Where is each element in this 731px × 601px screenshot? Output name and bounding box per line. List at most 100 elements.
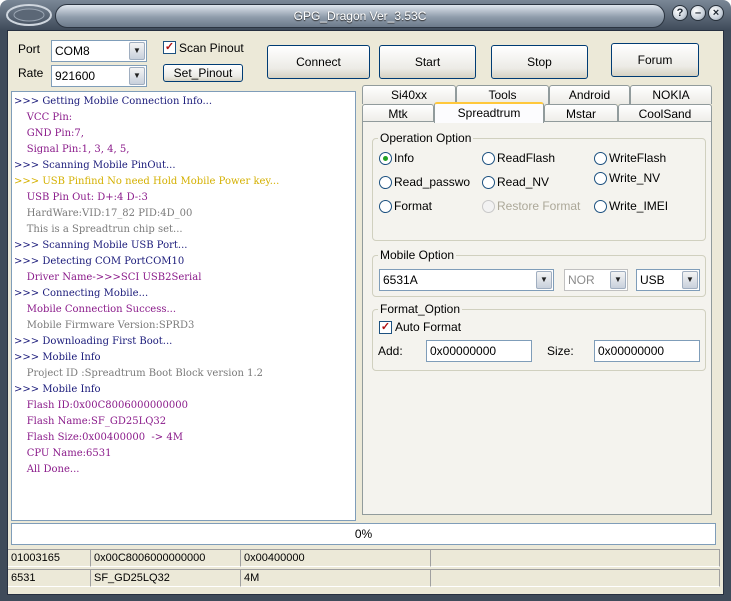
log-line: Mobile Firmware Version:SPRD3: [14, 320, 195, 331]
port-label: Port: [18, 42, 41, 56]
log-line: Flash Name:SF_GD25LQ32: [14, 416, 167, 427]
log-line: Mobile Connection Success...: [14, 304, 177, 315]
radio-format[interactable]: [379, 200, 392, 213]
status-cell: 0x00400000: [241, 549, 431, 567]
log-line: VCC Pin:: [14, 112, 73, 123]
radio-read-password[interactable]: [379, 176, 392, 189]
log-line: >>> Getting Mobile Connection Info...: [14, 96, 213, 107]
connect-button[interactable]: Connect: [267, 45, 370, 79]
interface-value: USB: [640, 273, 665, 287]
log-line: >>> Mobile Info: [14, 384, 101, 395]
close-icon[interactable]: ×: [708, 5, 724, 21]
radio-restore-format: [482, 200, 495, 213]
radio-info[interactable]: [379, 152, 392, 165]
main-panel: Port COM8 ▼ Rate 921600 ▼ ✓ Scan Pinout …: [7, 30, 724, 595]
mobile-option-title: Mobile Option: [378, 248, 457, 262]
radio-format-label: Format: [394, 199, 433, 213]
format-option-title: Format_Option: [378, 302, 463, 316]
radio-read-nv-label: Read_NV: [497, 175, 550, 189]
status-cell: [431, 569, 720, 587]
radio-read-nv[interactable]: [482, 176, 495, 189]
status-row-2: 6531 SF_GD25LQ32 4M: [8, 569, 720, 587]
radio-read-password-label: Read_passwo: [394, 175, 471, 189]
port-value: COM8: [55, 44, 90, 58]
mobile-model-select[interactable]: 6531A ▼: [379, 269, 554, 291]
rate-label: Rate: [18, 66, 44, 80]
scan-pinout-label: Scan Pinout: [179, 41, 244, 55]
radio-writeflash-label: WriteFlash: [609, 151, 667, 165]
status-cell: 01003165: [8, 549, 91, 567]
auto-format-checkbox[interactable]: ✓: [379, 321, 392, 334]
chevron-down-icon[interactable]: ▼: [129, 42, 145, 60]
window-title: GPG_Dragon Ver_3.53C: [55, 4, 665, 28]
port-select[interactable]: COM8 ▼: [51, 40, 147, 62]
log-line: All Done...: [14, 464, 80, 475]
log-line: HardWare:VID:17_82 PID:4D_00: [14, 208, 193, 219]
log-line: Signal Pin:1, 3, 4, 5,: [14, 144, 130, 155]
log-line: >>> Scanning Mobile USB Port...: [14, 240, 188, 251]
log-line: >>> Scanning Mobile PinOut...: [14, 160, 176, 171]
log-line: Flash ID:0x00C8006000000000: [14, 400, 188, 411]
log-line: >>> Detecting COM PortCOM10: [14, 256, 185, 267]
log-line: >>> USB Pinfind No need Hold Mobile Powe…: [14, 176, 280, 187]
log-line: >>> Connecting Mobile...: [14, 288, 149, 299]
radio-restore-format-label: Restore Format: [497, 199, 581, 213]
log-line: USB Pin Out: D+:4 D-:3: [14, 192, 148, 203]
help-icon[interactable]: ?: [672, 5, 688, 21]
minimize-icon[interactable]: –: [690, 5, 706, 21]
set-pinout-button[interactable]: Set_Pinout: [163, 64, 243, 82]
log-line: >>> Downloading First Boot...: [14, 336, 173, 347]
app-logo-icon: [6, 4, 52, 26]
flash-type-value: NOR: [568, 273, 595, 287]
flash-type-select: NOR ▼: [564, 269, 628, 291]
operation-option-title: Operation Option: [378, 131, 474, 145]
status-cell: SF_GD25LQ32: [91, 569, 241, 587]
progress-text: 0%: [354, 527, 373, 541]
mobile-model-value: 6531A: [383, 273, 418, 287]
size-input[interactable]: 0x00000000: [594, 340, 700, 362]
chevron-down-icon[interactable]: ▼: [129, 67, 145, 85]
rate-select[interactable]: 921600 ▼: [51, 65, 147, 87]
log-output[interactable]: >>> Getting Mobile Connection Info... VC…: [11, 91, 356, 521]
interface-select[interactable]: USB ▼: [636, 269, 700, 291]
log-line: >>> Mobile Info: [14, 352, 101, 363]
log-line: CPU Name:6531: [14, 448, 112, 459]
tab-nokia[interactable]: NOKIA: [630, 85, 712, 104]
radio-readflash[interactable]: [482, 152, 495, 165]
log-line: Driver Name->>>SCI USB2Serial: [14, 272, 202, 283]
status-cell: 0x00C8006000000000: [91, 549, 241, 567]
stop-button[interactable]: Stop: [491, 45, 588, 79]
log-line: This is a Spreadtrun chip set...: [14, 224, 183, 235]
status-cell: 4M: [241, 569, 431, 587]
app-window: GPG_Dragon Ver_3.53C ? – × Port COM8 ▼ R…: [0, 0, 731, 601]
radio-write-nv-label: Write_NV: [609, 171, 661, 185]
status-cell: [431, 549, 720, 567]
scan-pinout-checkbox[interactable]: ✓: [163, 41, 176, 54]
title-bar[interactable]: GPG_Dragon Ver_3.53C ? – ×: [0, 0, 731, 32]
status-row-1: 01003165 0x00C8006000000000 0x00400000: [8, 549, 720, 567]
auto-format-label: Auto Format: [395, 320, 462, 334]
size-label: Size:: [547, 344, 574, 358]
radio-write-imei[interactable]: [594, 200, 607, 213]
log-line: Flash Size:0x00400000 -> 4M: [14, 432, 183, 443]
status-cell: 6531: [8, 569, 91, 587]
chevron-down-icon[interactable]: ▼: [536, 271, 552, 289]
add-label: Add:: [378, 344, 403, 358]
progress-bar: 0%: [11, 523, 716, 545]
tab-spreadtrum[interactable]: Spreadtrum: [434, 102, 544, 123]
forum-button[interactable]: Forum: [611, 43, 699, 77]
chevron-down-icon[interactable]: ▼: [682, 271, 698, 289]
chevron-down-icon: ▼: [610, 271, 626, 289]
log-line: Project ID :Spreadtrum Boot Block versio…: [14, 368, 264, 379]
radio-info-label: Info: [394, 151, 415, 165]
radio-write-imei-label: Write_IMEI: [609, 199, 669, 213]
spreadtrum-tab-panel: Operation Option Info ReadFlash WriteFla…: [362, 121, 712, 515]
add-address-input[interactable]: 0x00000000: [426, 340, 532, 362]
radio-write-nv[interactable]: [594, 172, 607, 185]
start-button[interactable]: Start: [379, 45, 476, 79]
radio-writeflash[interactable]: [594, 152, 607, 165]
rate-value: 921600: [55, 69, 96, 83]
log-line: GND Pin:7,: [14, 128, 84, 139]
radio-readflash-label: ReadFlash: [497, 151, 556, 165]
tab-android[interactable]: Android: [549, 85, 630, 104]
